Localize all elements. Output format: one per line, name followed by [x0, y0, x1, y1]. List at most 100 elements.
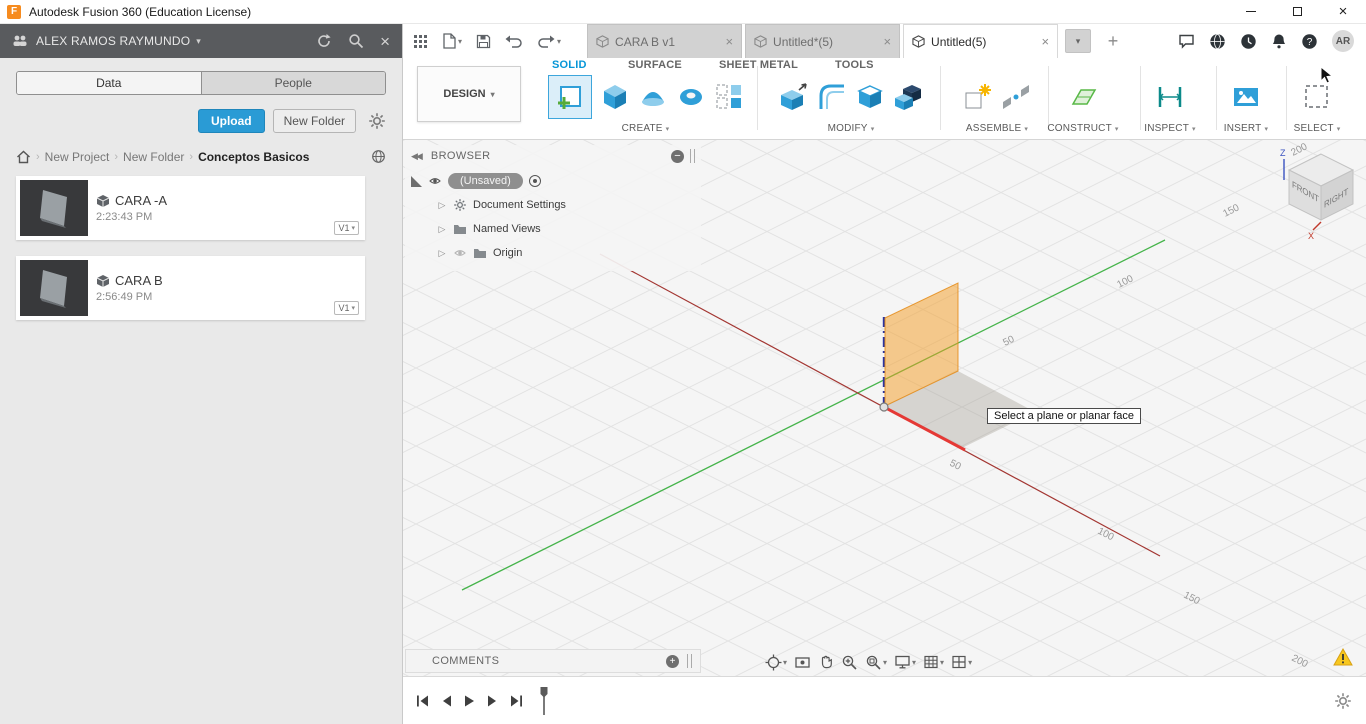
hide-browser-icon[interactable]: − [671, 149, 684, 163]
close-tab-icon[interactable]: × [725, 34, 733, 49]
activate-component-radio[interactable] [528, 175, 541, 187]
origin-point[interactable] [879, 402, 889, 412]
document-tab-untitled-active[interactable]: Untitled(5) × [903, 24, 1059, 58]
pattern-button[interactable] [714, 82, 744, 112]
hole-button[interactable] [676, 82, 706, 112]
close-data-panel-icon[interactable]: × [380, 33, 390, 50]
close-button[interactable]: × [1320, 0, 1366, 23]
step-forward-button[interactable] [486, 694, 499, 708]
construction-plane-button[interactable] [1068, 82, 1098, 112]
app-grid-menu-icon[interactable] [413, 34, 428, 49]
comment-icon[interactable] [1178, 33, 1195, 49]
go-to-start-button[interactable] [415, 694, 430, 708]
settings-gear-icon[interactable] [368, 112, 386, 130]
new-tab-button[interactable]: + [1100, 24, 1126, 58]
help-icon[interactable]: ? [1301, 33, 1318, 50]
file-card-cara-b[interactable]: CARA B 2:56:49 PM V1 ▾ [16, 256, 365, 320]
close-tab-icon[interactable]: × [1041, 34, 1049, 49]
modeling-viewport[interactable]: 50 100 150 200 50 100 150 200 Select a p… [403, 140, 1366, 676]
add-comment-icon[interactable]: + [666, 654, 679, 668]
combine-button[interactable] [893, 82, 923, 112]
minimize-button[interactable] [1228, 0, 1274, 23]
browser-root-row[interactable]: (Unsaved) [405, 169, 701, 193]
upload-button[interactable]: Upload [197, 109, 265, 133]
view-cube[interactable]: Z FRONT RIGHT X [1275, 146, 1366, 242]
globe-icon[interactable] [371, 149, 386, 164]
look-at-tool[interactable] [794, 654, 811, 670]
user-name[interactable]: ALEX RAMOS RAYMUNDO [36, 34, 190, 48]
expand-arrow-icon[interactable]: ▷ [437, 248, 447, 259]
document-tab-cara-b[interactable]: CARA B v1 × [587, 24, 743, 58]
new-component-button[interactable] [963, 82, 993, 112]
document-tab-untitled-star[interactable]: Untitled*(5) × [745, 24, 901, 58]
breadcrumb-new-project[interactable]: New Project [45, 150, 110, 164]
tab-list-dropdown[interactable]: ▾ [1065, 29, 1092, 53]
expand-arrow-icon[interactable]: ▷ [437, 224, 447, 235]
inspect-group-dropdown[interactable]: INSPECT ▾ [1144, 123, 1195, 134]
play-button[interactable] [463, 694, 476, 708]
assemble-group-dropdown[interactable]: ASSEMBLE ▾ [966, 123, 1028, 134]
grid-and-snaps[interactable]: ▾ [923, 654, 944, 670]
create-sketch-button[interactable] [547, 74, 592, 119]
version-dropdown[interactable]: V1 ▾ [334, 221, 359, 235]
visibility-off-eye-icon[interactable] [453, 247, 467, 259]
extrude-button[interactable] [600, 82, 630, 112]
revolve-button[interactable] [638, 82, 668, 112]
construct-group-dropdown[interactable]: CONSTRUCT ▾ [1047, 123, 1118, 134]
comments-bar[interactable]: COMMENTS + [405, 649, 701, 673]
display-settings[interactable]: ▾ [894, 654, 916, 670]
joint-button[interactable] [1001, 82, 1031, 112]
expand-arrow-icon[interactable]: ▷ [437, 200, 447, 211]
measure-button[interactable] [1155, 82, 1185, 112]
create-group-dropdown[interactable]: CREATE ▾ [622, 123, 670, 134]
redo-icon[interactable]: ▾ [537, 34, 561, 48]
press-pull-button[interactable] [779, 82, 809, 112]
tab-people[interactable]: People [200, 72, 385, 94]
extensions-globe-icon[interactable] [1209, 33, 1226, 50]
modify-group-dropdown[interactable]: MODIFY ▾ [828, 123, 875, 134]
job-status-clock-icon[interactable] [1240, 33, 1257, 50]
fit-tool[interactable]: ▾ [865, 654, 887, 671]
insert-canvas-button[interactable] [1231, 82, 1261, 112]
visibility-eye-icon[interactable] [428, 175, 442, 187]
tab-data[interactable]: Data [17, 72, 201, 94]
close-tab-icon[interactable]: × [883, 34, 891, 49]
insert-group-dropdown[interactable]: INSERT ▾ [1224, 123, 1268, 134]
shell-button[interactable] [855, 82, 885, 112]
refresh-icon[interactable] [316, 33, 332, 49]
panel-resize-grip[interactable] [687, 654, 692, 668]
zoom-tool[interactable] [841, 654, 858, 671]
maximize-button[interactable] [1274, 0, 1320, 23]
undo-icon[interactable] [505, 34, 523, 48]
browser-row-origin[interactable]: ▷ Origin [437, 241, 701, 265]
account-avatar[interactable]: AR [1332, 30, 1354, 52]
home-icon[interactable] [16, 150, 31, 164]
document-root-label[interactable]: (Unsaved) [448, 173, 523, 189]
notification-bell-icon[interactable] [1271, 33, 1287, 50]
orbit-tool[interactable]: ▾ [765, 654, 787, 671]
fillet-button[interactable] [817, 82, 847, 112]
file-card-cara-a[interactable]: CARA -A 2:23:43 PM V1 ▾ [16, 176, 365, 240]
file-menu-icon[interactable]: ▾ [442, 33, 462, 49]
browser-row-document-settings[interactable]: ▷ Document Settings [437, 193, 701, 217]
viewports[interactable]: ▾ [951, 654, 972, 670]
chevron-down-icon[interactable]: ▾ [196, 36, 201, 47]
timeline-playhead[interactable] [538, 686, 550, 716]
go-to-end-button[interactable] [509, 694, 524, 708]
new-folder-button[interactable]: New Folder [272, 109, 356, 133]
breadcrumb-new-folder[interactable]: New Folder [123, 150, 184, 164]
step-back-button[interactable] [440, 694, 453, 708]
version-dropdown[interactable]: V1 ▾ [334, 301, 359, 315]
workspace-selector[interactable]: DESIGN ▾ [417, 66, 521, 122]
browser-row-named-views[interactable]: ▷ Named Views [437, 217, 701, 241]
pan-tool[interactable] [818, 654, 834, 670]
select-group-dropdown[interactable]: SELECT ▾ [1294, 123, 1341, 134]
search-icon[interactable] [348, 33, 364, 49]
timeline-settings-gear-icon[interactable] [1334, 692, 1352, 710]
select-button[interactable] [1302, 82, 1332, 112]
panel-resize-grip[interactable] [690, 149, 695, 163]
warning-icon[interactable] [1333, 648, 1353, 666]
save-icon[interactable] [476, 34, 491, 49]
component-color-swatch-icon[interactable] [411, 175, 422, 187]
collapse-browser-icon[interactable]: ◀◀ [411, 151, 423, 162]
